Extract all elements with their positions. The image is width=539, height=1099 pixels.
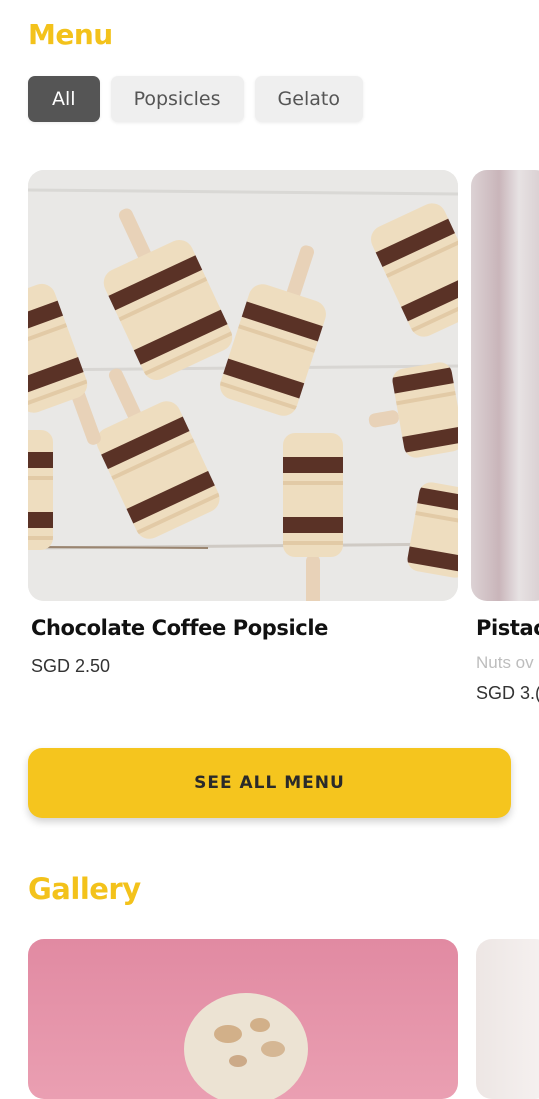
chocolate-coffee-popsicle-image[interactable] xyxy=(28,170,458,601)
menu-item-price: SGD 3.( xyxy=(476,683,539,703)
gallery-image[interactable] xyxy=(28,939,458,1099)
gallery-image[interactable] xyxy=(476,939,539,1099)
filter-chip-popsicles[interactable]: Popsicles xyxy=(110,76,244,122)
see-all-menu-button[interactable]: SEE ALL MENU xyxy=(28,748,511,818)
menu-item-price: SGD 2.50 xyxy=(31,656,111,676)
gallery-title: Gallery xyxy=(28,872,141,906)
popsicle-photo xyxy=(28,170,458,601)
pistachio-image[interactable] xyxy=(471,170,539,601)
filter-chip-all[interactable]: All xyxy=(28,76,100,122)
gelato-scoop-photo xyxy=(184,993,308,1099)
menu-item-name[interactable]: Pistach xyxy=(476,616,539,640)
menu-title: Menu xyxy=(28,18,113,51)
menu-filter-chips: All Popsicles Gelato xyxy=(28,76,363,122)
filter-chip-gelato[interactable]: Gelato xyxy=(254,76,363,122)
menu-item-name[interactable]: Chocolate Coffee Popsicle xyxy=(31,616,328,640)
menu-item-description: Nuts ov xyxy=(476,653,534,672)
